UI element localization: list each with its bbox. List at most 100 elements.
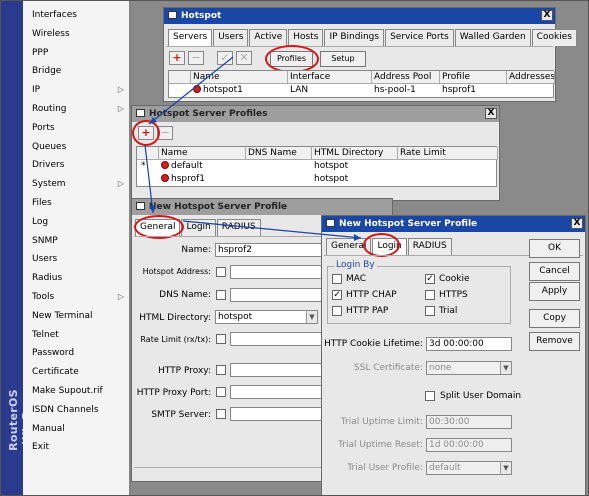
tab-radius[interactable]: RADIUS xyxy=(216,219,261,236)
table-header[interactable]: Name xyxy=(159,147,246,160)
cancel-button[interactable]: Cancel xyxy=(529,262,580,281)
trial-user-profile-select[interactable]: default ▼ xyxy=(426,461,512,475)
profiles-table: Name DNS Name HTML Directory Rate Limit … xyxy=(136,146,498,187)
trial-uptime-reset-field[interactable]: 1d 00:00:00 xyxy=(426,438,512,452)
general-titlebar[interactable]: New Hotspot Server Profile xyxy=(132,199,392,215)
tab-users[interactable]: Users xyxy=(213,29,249,46)
cookie-lifetime-field[interactable]: 3d 00:00:00 xyxy=(426,337,512,351)
tab-ip-bindings[interactable]: IP Bindings xyxy=(324,29,385,46)
enable-button[interactable]: ✓ xyxy=(217,51,233,65)
trial-label: Trial xyxy=(439,306,458,316)
http-pap-checkbox[interactable] xyxy=(332,306,342,316)
sidebar-item-log[interactable]: Log xyxy=(23,213,130,231)
brand-strip: RouterOS WinBox xyxy=(1,1,33,495)
sidebar-item-wireless[interactable]: Wireless xyxy=(23,25,130,43)
tab-service-ports[interactable]: Service Ports xyxy=(385,29,454,46)
tab-active[interactable]: Active xyxy=(249,29,288,46)
sidebar-item-ip[interactable]: IP ▷ xyxy=(23,81,130,99)
sidebar-item-snmp[interactable]: SNMP xyxy=(23,232,130,250)
apply-button[interactable]: Apply xyxy=(529,282,580,301)
html-directory-select[interactable]: hotspot ▼ xyxy=(215,310,318,324)
sidebar-item-exit[interactable]: Exit xyxy=(23,438,130,456)
sidebar-item-radius[interactable]: Radius xyxy=(23,269,130,287)
http-proxy-port-toggle[interactable] xyxy=(216,387,226,397)
ok-button[interactable]: OK xyxy=(529,239,580,258)
sidebar-item-interfaces[interactable]: Interfaces xyxy=(23,6,130,24)
rate-limit-toggle[interactable] xyxy=(216,334,226,344)
disable-button[interactable]: ✕ xyxy=(236,51,252,65)
remove-button[interactable]: − xyxy=(188,51,204,65)
table-header[interactable]: HTML Directory xyxy=(312,147,398,160)
sidebar-item-telnet[interactable]: Telnet xyxy=(23,326,130,344)
http-pap-label: HTTP PAP xyxy=(346,306,389,316)
http-proxy-toggle[interactable] xyxy=(216,365,226,375)
http-chap-label: HTTP CHAP xyxy=(346,290,397,300)
sidebar-item-make-supout-rif[interactable]: Make Supout.rif xyxy=(23,382,130,400)
sidebar-item-label: Certificate xyxy=(32,367,79,378)
sidebar-item-files[interactable]: Files xyxy=(23,194,130,212)
sidebar-item-ppp[interactable]: PPP xyxy=(23,44,130,62)
cookie-checkbox[interactable]: ✓ xyxy=(425,274,435,284)
sidebar-item-label: Users xyxy=(32,254,58,265)
profiles-titlebar[interactable]: Hotspot Server Profiles X xyxy=(132,106,499,122)
mac-checkbox[interactable] xyxy=(332,274,342,284)
sidebar-item-system[interactable]: System ▷ xyxy=(23,175,130,193)
tab-login[interactable]: Login xyxy=(181,219,216,236)
trial-checkbox[interactable] xyxy=(425,306,435,316)
table-header[interactable]: Name xyxy=(191,71,288,84)
sidebar-item-label: SNMP xyxy=(32,235,58,246)
dns-name-toggle[interactable] xyxy=(216,290,226,300)
add-button[interactable]: + xyxy=(169,51,185,65)
profiles-title: Hotspot Server Profiles xyxy=(149,109,268,119)
https-checkbox[interactable] xyxy=(425,290,435,300)
http-chap-checkbox[interactable]: ✓ xyxy=(332,290,342,300)
setup-button[interactable]: Setup xyxy=(320,51,366,67)
cell-text: default xyxy=(171,161,203,171)
tab-radius[interactable]: RADIUS xyxy=(407,238,452,255)
tab-cookies[interactable]: Cookies xyxy=(531,29,577,46)
sidebar-item-bridge[interactable]: Bridge xyxy=(23,62,130,80)
sidebar-item-queues[interactable]: Queues xyxy=(23,138,130,156)
tab-servers[interactable]: Servers xyxy=(168,29,213,46)
chevron-down-icon[interactable]: ▼ xyxy=(500,362,511,374)
hotspot-address-toggle[interactable] xyxy=(216,267,226,277)
trial-uptime-limit-field[interactable]: 00:30:00 xyxy=(426,415,512,429)
remove-button[interactable]: Remove xyxy=(529,332,580,351)
table-header[interactable]: Rate Limit xyxy=(398,147,498,160)
login-titlebar[interactable]: New Hotspot Server Profile X xyxy=(322,216,585,232)
table-header[interactable]: Profile xyxy=(440,71,507,84)
split-user-domain-checkbox[interactable] xyxy=(425,391,435,401)
smtp-server-label: SMTP Server: xyxy=(151,410,211,420)
tab-hosts[interactable]: Hosts xyxy=(288,29,324,46)
tab-walled-garden[interactable]: Walled Garden xyxy=(454,29,531,46)
sidebar-item-ports[interactable]: Ports xyxy=(23,119,130,137)
sidebar-item-isdn-channels[interactable]: ISDN Channels xyxy=(23,401,130,419)
sidebar-item-new-terminal[interactable]: New Terminal xyxy=(23,307,130,325)
sidebar-item-manual[interactable]: Manual xyxy=(23,420,130,438)
cell-interface: LAN xyxy=(290,85,309,95)
copy-button[interactable]: Copy xyxy=(529,309,580,328)
login-profile-window: New Hotspot Server Profile X General Logi… xyxy=(321,215,586,495)
close-icon[interactable]: X xyxy=(485,108,497,119)
hotspot-address-label: Hotspot Address: xyxy=(142,267,211,276)
sidebar-item-drivers[interactable]: Drivers xyxy=(23,156,130,174)
table-header[interactable]: Interface xyxy=(288,71,372,84)
close-icon[interactable]: X xyxy=(541,10,553,21)
sidebar-item-certificate[interactable]: Certificate xyxy=(23,363,130,381)
table-header[interactable]: DNS Name xyxy=(246,147,312,160)
hotspot-titlebar[interactable]: Hotspot X xyxy=(164,8,555,24)
sidebar-item-label: Drivers xyxy=(32,160,65,171)
server-icon xyxy=(193,85,201,93)
table-header[interactable]: Addresses xyxy=(507,71,555,84)
sidebar-item-label: New Terminal xyxy=(32,310,93,321)
sidebar-item-password[interactable]: Password xyxy=(23,344,130,362)
chevron-down-icon[interactable]: ▼ xyxy=(500,462,511,474)
close-icon[interactable]: X xyxy=(571,218,583,229)
table-header[interactable]: Address Pool xyxy=(372,71,440,84)
ssl-certificate-select[interactable]: none ▼ xyxy=(426,361,512,375)
sidebar-item-users[interactable]: Users xyxy=(23,250,130,268)
chevron-down-icon[interactable]: ▼ xyxy=(306,311,317,323)
smtp-server-toggle[interactable] xyxy=(216,409,226,419)
sidebar-item-routing[interactable]: Routing ▷ xyxy=(23,100,130,118)
sidebar-item-tools[interactable]: Tools ▷ xyxy=(23,288,130,306)
